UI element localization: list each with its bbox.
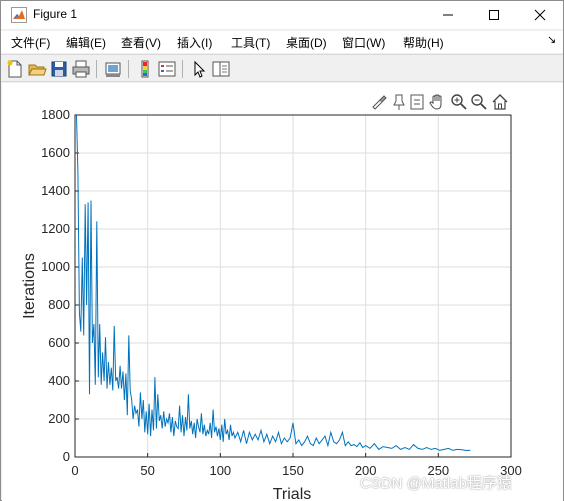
figure-canvas: 0 50 100 150 200 250 300 0 200 400 600 800 1000 1200 1… [2, 83, 563, 501]
title-bar[interactable]: Figure 1 [1, 1, 563, 29]
y-tick-label: 800 [48, 297, 70, 312]
menu-edit[interactable]: 编辑(E) [66, 34, 106, 51]
y-tick-label: 1200 [41, 221, 70, 236]
x-axis-label: Trials [273, 486, 312, 501]
insert-colorbar-icon[interactable] [135, 59, 155, 79]
menu-file[interactable]: 文件(F) [11, 34, 50, 51]
insert-legend-icon[interactable] [157, 59, 177, 79]
x-tick-label: 0 [71, 463, 78, 478]
menu-tools[interactable]: 工具(T) [231, 34, 270, 51]
menu-desktop[interactable]: 桌面(D) [286, 34, 327, 51]
menu-help[interactable]: 帮助(H) [403, 34, 444, 51]
link-plot-icon[interactable] [103, 59, 123, 79]
maximize-icon [489, 10, 499, 20]
y-tick-label: 1800 [41, 107, 70, 122]
print-icon[interactable] [71, 59, 91, 79]
y-tick-label: 200 [48, 411, 70, 426]
axis-ticks: 0 50 100 150 200 250 3000200400600800100012001… [41, 107, 522, 478]
menu-window[interactable]: 窗口(W) [342, 34, 385, 51]
figure-toolbar [1, 54, 563, 82]
edit-plot-pointer-icon[interactable] [189, 59, 209, 79]
toolbar-separator [128, 60, 129, 78]
zoom-out-icon[interactable] [470, 93, 488, 111]
y-tick-label: 1400 [41, 183, 70, 198]
menu-view[interactable]: 查看(V) [121, 34, 161, 51]
home-icon[interactable] [491, 93, 509, 111]
minimize-button[interactable] [425, 1, 471, 29]
grid [75, 115, 511, 457]
dock-figure-icon[interactable]: ↘ [547, 33, 556, 46]
toolbar-separator [182, 60, 183, 78]
figure-window: Figure 1 文件(F) 编辑(E) 查看(V) 插入(I) 工具(T) 桌… [0, 0, 564, 501]
x-tick-label: 50 [140, 463, 154, 478]
y-tick-label: 400 [48, 373, 70, 388]
y-tick-label: 1600 [41, 145, 70, 160]
zoom-in-icon[interactable] [450, 93, 468, 111]
close-icon [534, 9, 546, 21]
brush-icon[interactable] [370, 93, 388, 111]
watermark-text: CSDN @Matlab程序猿 [360, 475, 512, 492]
x-tick-label: 100 [209, 463, 231, 478]
line-plot: 0 50 100 150 200 250 3000200400600800100012001… [21, 107, 522, 501]
pan-hand-icon[interactable] [428, 93, 446, 111]
new-figure-icon[interactable] [5, 59, 25, 79]
toolbar-separator [96, 60, 97, 78]
y-axis-label: Iterations [21, 253, 38, 319]
minimize-icon [443, 14, 453, 16]
close-button[interactable] [517, 1, 563, 29]
x-tick-label: 150 [282, 463, 304, 478]
export-icon[interactable] [408, 93, 426, 111]
y-tick-label: 0 [63, 449, 70, 464]
window-title: Figure 1 [33, 7, 78, 21]
property-inspector-icon[interactable] [211, 59, 231, 79]
save-icon[interactable] [49, 59, 69, 79]
y-tick-label: 1000 [41, 259, 70, 274]
open-file-icon[interactable] [27, 59, 47, 79]
maximize-button[interactable] [471, 1, 517, 29]
menu-bar: 文件(F) 编辑(E) 查看(V) 插入(I) 工具(T) 桌面(D) 窗口(W… [1, 31, 563, 53]
menu-insert[interactable]: 插入(I) [177, 34, 212, 51]
data-tips-icon[interactable] [390, 93, 408, 111]
y-tick-label: 600 [48, 335, 70, 350]
matlab-logo-icon [11, 7, 27, 23]
series-line [76, 114, 471, 451]
